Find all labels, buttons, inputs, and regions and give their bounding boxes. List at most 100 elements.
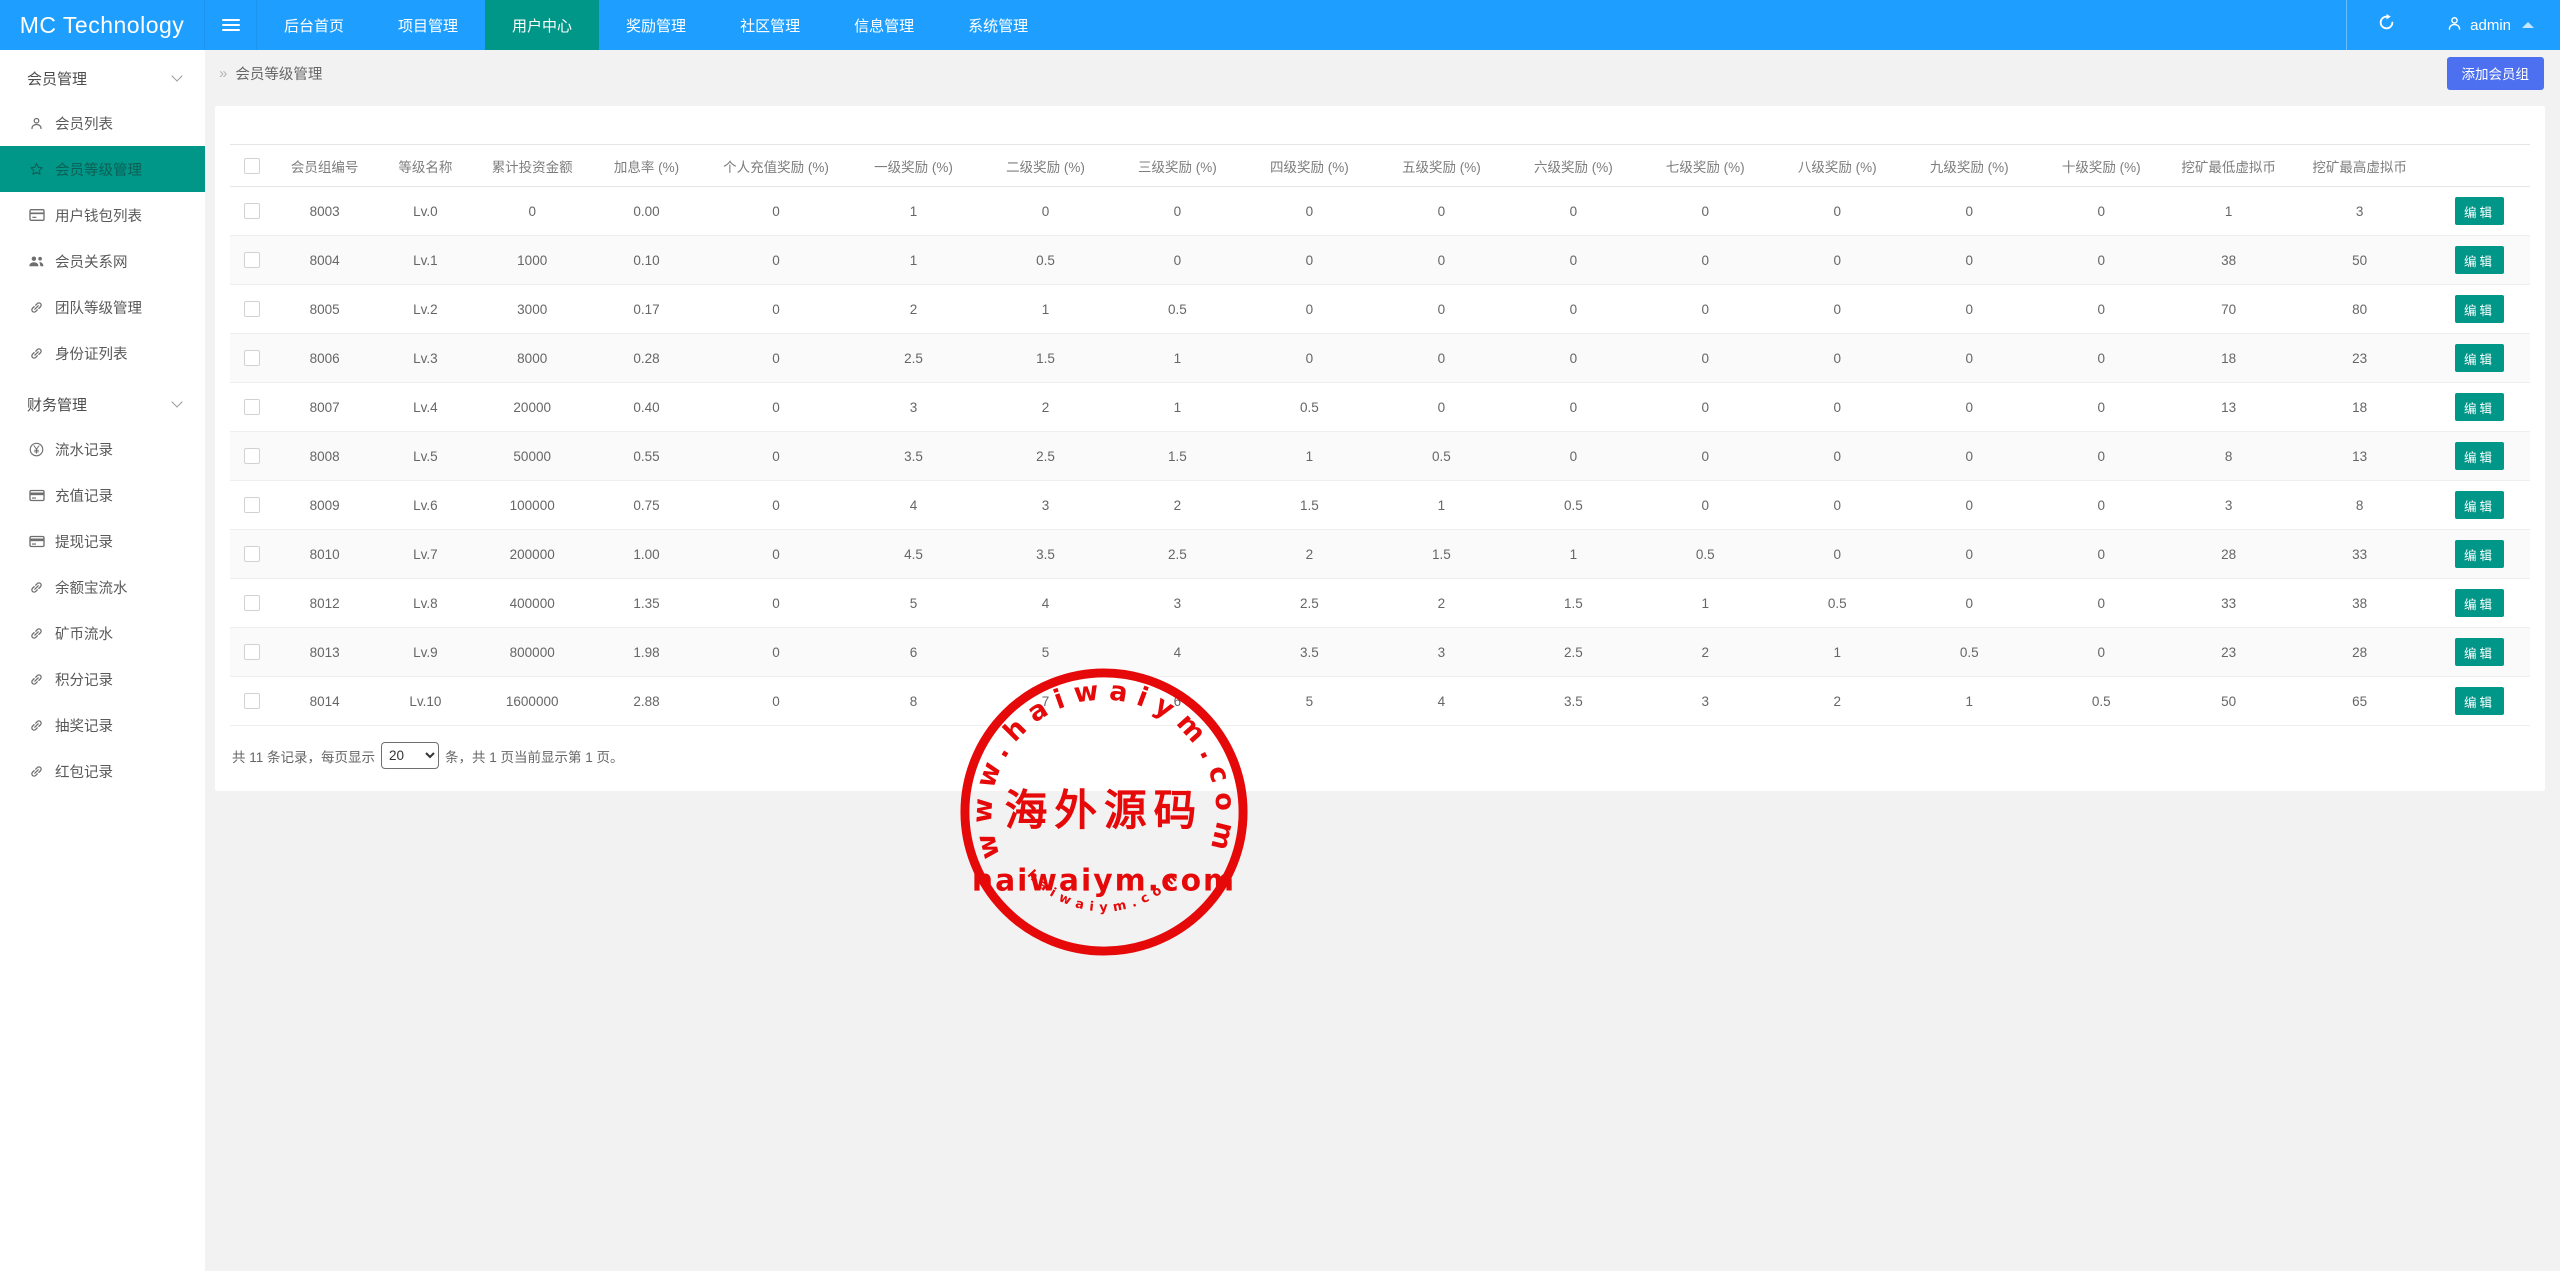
chevron-down-icon: [171, 70, 182, 81]
cell: 13: [2290, 432, 2429, 481]
sidebar-item-余额宝流水[interactable]: 余额宝流水: [0, 564, 205, 610]
cell: 0: [1771, 236, 1903, 285]
cell: 50000: [476, 432, 589, 481]
edit-button[interactable]: 编辑: [2455, 442, 2504, 470]
sidebar-item-流水记录[interactable]: 流水记录: [0, 426, 205, 472]
edit-button[interactable]: 编辑: [2455, 491, 2504, 519]
cell: Lv.5: [375, 432, 476, 481]
cell: Lv.0: [375, 187, 476, 236]
sidebar-item-身份证列表[interactable]: 身份证列表: [0, 330, 205, 376]
cell: 0: [2035, 530, 2167, 579]
row-checkbox[interactable]: [244, 252, 260, 268]
cell: 3.5: [1507, 677, 1639, 726]
table-row-8007: 8007Lv.4200000.4003210.50000001318编辑: [230, 383, 2530, 432]
cell: 1.98: [589, 628, 705, 677]
sidebar-section-title-1[interactable]: 财务管理: [0, 382, 205, 426]
actions-cell: 编辑: [2429, 432, 2530, 481]
sidebar-item-label: 用户钱包列表: [55, 205, 142, 226]
cell: 20000: [476, 383, 589, 432]
cell: 1: [1111, 383, 1243, 432]
cell: 1.35: [589, 579, 705, 628]
cell: 0: [1375, 383, 1507, 432]
sidebar-item-充值记录[interactable]: 充值记录: [0, 472, 205, 518]
row-checkbox[interactable]: [244, 595, 260, 611]
sidebar-item-矿币流水[interactable]: 矿币流水: [0, 610, 205, 656]
sidebar-item-label: 红包记录: [55, 761, 113, 782]
refresh-button[interactable]: [2346, 0, 2426, 50]
nav-item-4[interactable]: 社区管理: [713, 0, 827, 50]
cell: 0.5: [979, 236, 1111, 285]
sidebar-section-title-0[interactable]: 会员管理: [0, 56, 205, 100]
sidebar-item-用户钱包列表[interactable]: 用户钱包列表: [0, 192, 205, 238]
column-header: 加息率 (%): [589, 145, 705, 187]
edit-button[interactable]: 编辑: [2455, 687, 2504, 715]
column-header: 挖矿最低虚拟币: [2167, 145, 2290, 187]
row-checkbox[interactable]: [244, 448, 260, 464]
cell: 0: [1639, 236, 1771, 285]
cell: 4: [1375, 677, 1507, 726]
cell: 0: [1771, 285, 1903, 334]
sidebar-item-团队等级管理[interactable]: 团队等级管理: [0, 284, 205, 330]
cell: 0: [2035, 334, 2167, 383]
sidebar-item-抽奖记录[interactable]: 抽奖记录: [0, 702, 205, 748]
edit-button[interactable]: 编辑: [2455, 393, 2504, 421]
link-icon: [28, 717, 45, 734]
row-checkbox[interactable]: [244, 546, 260, 562]
cell: 5: [1243, 677, 1375, 726]
cell: 1.5: [1111, 432, 1243, 481]
cell: 8003: [274, 187, 375, 236]
row-checkbox[interactable]: [244, 399, 260, 415]
breadcrumb-arrow-icon: »: [219, 65, 227, 82]
sidebar-item-会员列表[interactable]: 会员列表: [0, 100, 205, 146]
actions-cell: 编辑: [2429, 530, 2530, 579]
edit-button[interactable]: 编辑: [2455, 540, 2504, 568]
edit-button[interactable]: 编辑: [2455, 246, 2504, 274]
sidebar-item-红包记录[interactable]: 红包记录: [0, 748, 205, 794]
sidebar-item-会员关系网[interactable]: 会员关系网: [0, 238, 205, 284]
cell: 0: [2035, 579, 2167, 628]
sidebar-item-积分记录[interactable]: 积分记录: [0, 656, 205, 702]
table-row-8008: 8008Lv.5500000.5503.52.51.510.500000813编…: [230, 432, 2530, 481]
sidebar-item-会员等级管理[interactable]: 会员等级管理: [0, 146, 205, 192]
page-size-select[interactable]: 20: [381, 742, 439, 769]
cell: 4: [1111, 628, 1243, 677]
cell: 7: [979, 677, 1111, 726]
cell: 0: [704, 481, 847, 530]
grade-icon: [28, 161, 45, 178]
chevron-down-icon: [171, 396, 182, 407]
nav-item-0[interactable]: 后台首页: [257, 0, 371, 50]
cell: 8: [2167, 432, 2290, 481]
edit-button[interactable]: 编辑: [2455, 589, 2504, 617]
row-checkbox[interactable]: [244, 644, 260, 660]
row-checkbox[interactable]: [244, 693, 260, 709]
topnav: 后台首页项目管理用户中心奖励管理社区管理信息管理系统管理: [257, 0, 1055, 50]
row-checkbox[interactable]: [244, 497, 260, 513]
member-level-table: 会员组编号等级名称累计投资金额加息率 (%)个人充值奖励 (%)一级奖励 (%)…: [230, 144, 2530, 726]
row-checkbox[interactable]: [244, 301, 260, 317]
cell: Lv.9: [375, 628, 476, 677]
edit-button[interactable]: 编辑: [2455, 197, 2504, 225]
row-checkbox-cell: [230, 579, 274, 628]
hamburger-menu-button[interactable]: [205, 0, 257, 50]
nav-item-5[interactable]: 信息管理: [827, 0, 941, 50]
row-checkbox[interactable]: [244, 203, 260, 219]
nav-item-2[interactable]: 用户中心: [485, 0, 599, 50]
cell: 0: [1507, 383, 1639, 432]
pagination: 共 11 条记录，每页显示 20 条，共 1 页当前显示第 1 页。: [230, 742, 2530, 769]
user-menu[interactable]: admin: [2426, 0, 2560, 50]
cell: 3: [979, 481, 1111, 530]
nav-item-6[interactable]: 系统管理: [941, 0, 1055, 50]
cell: 0: [1243, 236, 1375, 285]
select-all-checkbox[interactable]: [244, 158, 260, 174]
sidebar-item-提现记录[interactable]: 提现记录: [0, 518, 205, 564]
add-member-group-button[interactable]: 添加会员组: [2447, 57, 2545, 90]
row-checkbox[interactable]: [244, 350, 260, 366]
column-header: 一级奖励 (%): [848, 145, 980, 187]
nav-item-1[interactable]: 项目管理: [371, 0, 485, 50]
edit-button[interactable]: 编辑: [2455, 344, 2504, 372]
edit-button[interactable]: 编辑: [2455, 295, 2504, 323]
cell: 0: [1903, 187, 2035, 236]
edit-button[interactable]: 编辑: [2455, 638, 2504, 666]
topbar-right: admin: [2346, 0, 2560, 50]
nav-item-3[interactable]: 奖励管理: [599, 0, 713, 50]
